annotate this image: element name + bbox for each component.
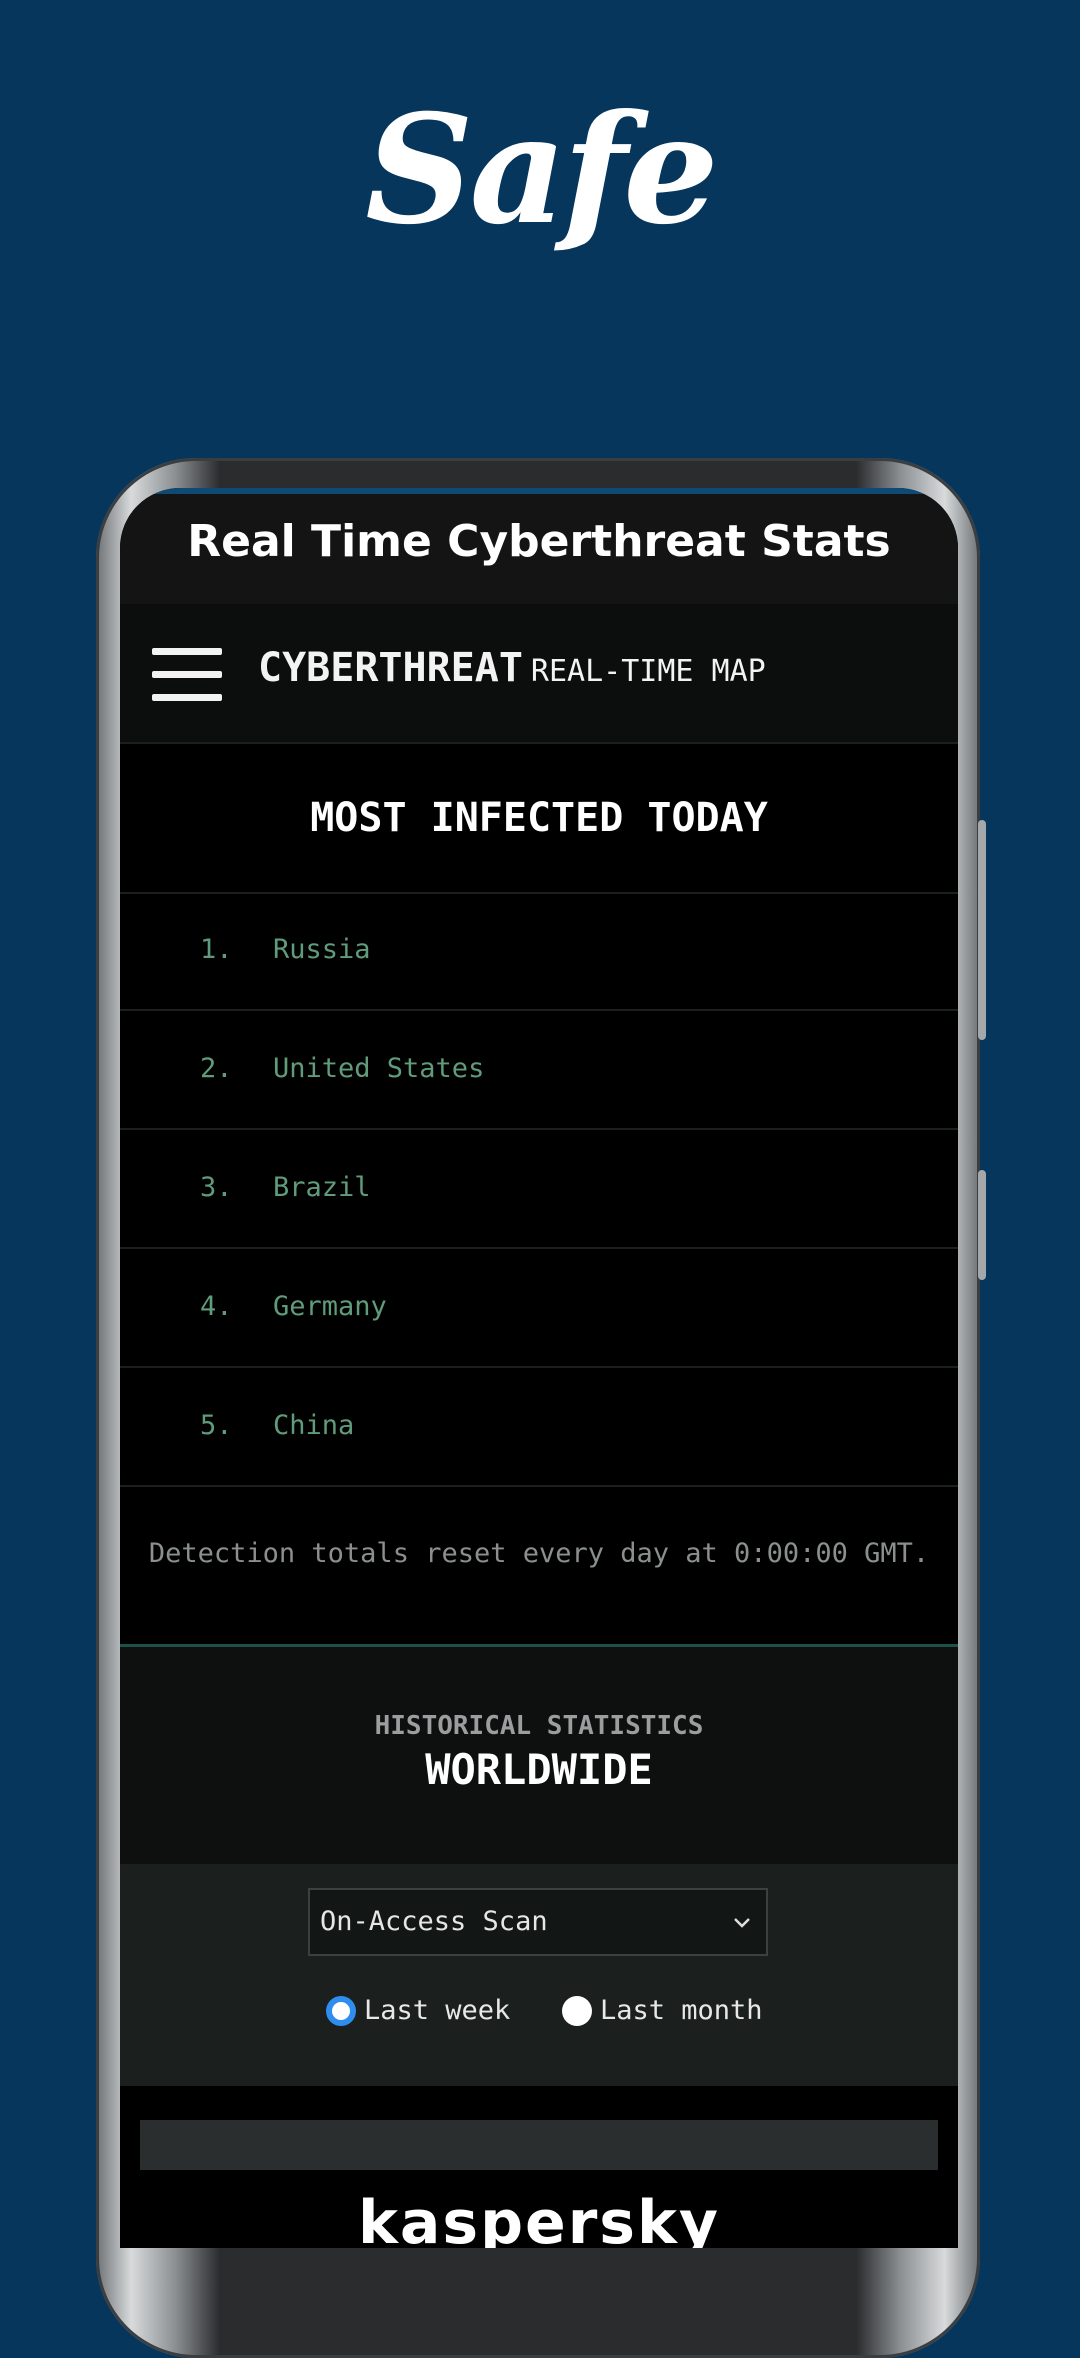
country-name: Germany <box>273 1291 387 1322</box>
site-header: CYBERTHREAT REAL-TIME MAP <box>120 604 958 744</box>
list-item[interactable]: 5. China <box>120 1368 958 1487</box>
safe-logo: Safe <box>365 82 718 258</box>
list-item[interactable]: 2. United States <box>120 1011 958 1130</box>
scan-type-value: On-Access Scan <box>320 1906 548 1937</box>
radio-label-month: Last month <box>600 1995 763 2026</box>
chevron-down-icon <box>734 1918 750 1928</box>
rank-number: 4. <box>200 1291 233 1322</box>
brand-light: REAL-TIME MAP <box>530 654 766 689</box>
rank-number: 1. <box>200 934 233 965</box>
list-item[interactable]: 3. Brazil <box>120 1130 958 1249</box>
country-name: United States <box>273 1053 485 1084</box>
phone-side-button <box>978 820 986 1040</box>
radio-unselected-icon[interactable] <box>562 1995 592 2026</box>
radio-last-week[interactable]: Last week <box>326 1994 510 2026</box>
reset-note: Detection totals reset every day at 0:00… <box>148 1538 930 1569</box>
scan-type-select[interactable]: On-Access Scan <box>308 1888 768 1956</box>
radio-label-week: Last week <box>364 1995 511 2026</box>
historical-title: WORLDWIDE <box>425 1745 653 1794</box>
historical-subtitle: HISTORICAL STATISTICS <box>374 1711 704 1741</box>
most-infected-list: 1. Russia 2. United States 3. Brazil 4. … <box>120 892 958 1487</box>
rank-number: 5. <box>200 1410 233 1441</box>
list-item[interactable]: 1. Russia <box>120 892 958 1011</box>
app-title: Real Time Cyberthreat Stats <box>120 494 958 604</box>
historical-controls: On-Access Scan Last week Last month <box>120 1864 958 2086</box>
brand-bold: CYBERTHREAT <box>258 645 523 691</box>
kaspersky-logo: kaspersky <box>357 2188 721 2248</box>
radio-selected-icon[interactable] <box>326 1995 356 2026</box>
site-brand[interactable]: CYBERTHREAT REAL-TIME MAP <box>258 638 766 706</box>
list-item[interactable]: 4. Germany <box>120 1249 958 1368</box>
country-name: Russia <box>273 934 371 965</box>
most-infected-title: MOST INFECTED TODAY <box>120 744 958 894</box>
rank-number: 3. <box>200 1172 233 1203</box>
content-bar <box>140 2120 938 2170</box>
phone-screen: Real Time Cyberthreat Stats CYBERTHREAT R… <box>120 488 958 2248</box>
country-name: Brazil <box>273 1172 371 1203</box>
rank-number: 2. <box>200 1053 233 1084</box>
phone-side-button <box>978 1170 986 1280</box>
hamburger-menu-icon[interactable] <box>152 648 222 702</box>
historical-section: HISTORICAL STATISTICS WORLDWIDE <box>120 1644 958 1867</box>
radio-last-month[interactable]: Last month <box>562 1994 763 2026</box>
country-name: China <box>273 1410 355 1441</box>
